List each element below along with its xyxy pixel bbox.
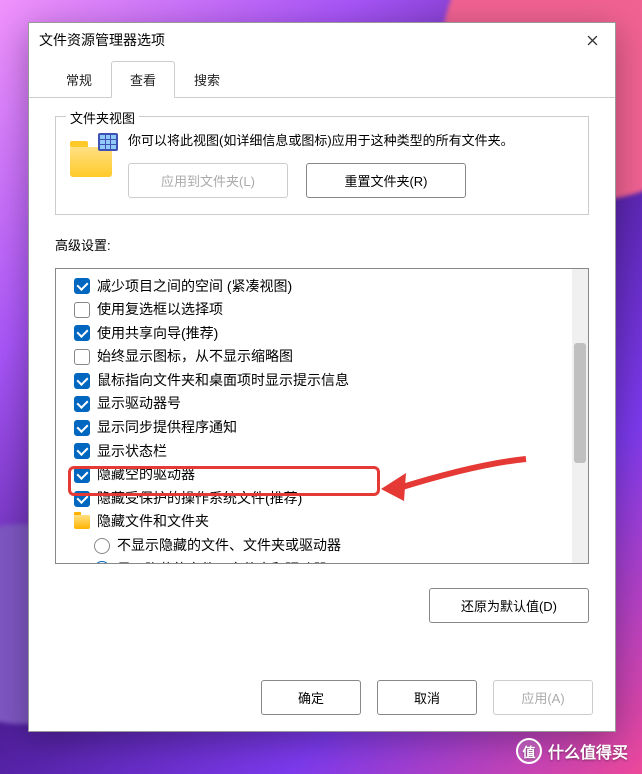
advanced-item-11[interactable]: 不显示隐藏的文件、文件夹或驱动器 (74, 534, 584, 558)
folder-views-text: 你可以将此视图(如详细信息或图标)应用于这种类型的所有文件夹。 (128, 131, 574, 151)
watermark-badge-icon: 值 (516, 738, 542, 764)
advanced-item-10: 隐藏文件和文件夹 (74, 510, 584, 534)
checkbox-icon[interactable] (74, 302, 90, 318)
apply-to-folders-button[interactable]: 应用到文件夹(L) (128, 163, 288, 198)
folder-icon (74, 515, 90, 529)
checkbox-icon[interactable] (74, 491, 90, 507)
advanced-item-3[interactable]: 始终显示图标，从不显示缩略图 (74, 345, 584, 369)
radio-icon[interactable] (94, 538, 110, 554)
tab-view[interactable]: 查看 (111, 61, 175, 98)
checkbox-icon[interactable] (74, 325, 90, 341)
advanced-item-label: 隐藏受保护的操作系统文件(推荐) (97, 489, 302, 509)
checkbox-icon[interactable] (74, 396, 90, 412)
advanced-item-label: 不显示隐藏的文件、文件夹或驱动器 (117, 536, 341, 556)
advanced-item-6[interactable]: 显示同步提供程序通知 (74, 416, 584, 440)
checkbox-icon[interactable] (74, 467, 90, 483)
checkbox-icon[interactable] (74, 373, 90, 389)
advanced-item-1[interactable]: 使用复选框以选择项 (74, 298, 584, 322)
advanced-item-label: 始终显示图标，从不显示缩略图 (97, 347, 293, 367)
advanced-item-label: 隐藏文件和文件夹 (97, 512, 209, 532)
watermark-text: 什么值得买 (548, 739, 628, 763)
dialog-footer: 确定 取消 应用(A) (29, 668, 615, 731)
tab-search[interactable]: 搜索 (175, 61, 239, 98)
apply-button[interactable]: 应用(A) (493, 680, 593, 715)
advanced-item-label: 隐藏空的驱动器 (97, 465, 195, 485)
cancel-button[interactable]: 取消 (377, 680, 477, 715)
advanced-item-8[interactable]: 隐藏空的驱动器 (74, 463, 584, 487)
advanced-settings-label: 高级设置: (55, 235, 589, 254)
advanced-item-label: 显示状态栏 (97, 442, 167, 462)
radio-icon[interactable] (94, 561, 110, 562)
checkbox-icon[interactable] (74, 443, 90, 459)
advanced-item-4[interactable]: 鼠标指向文件夹和桌面项时显示提示信息 (74, 369, 584, 393)
reset-folders-button[interactable]: 重置文件夹(R) (306, 163, 466, 198)
advanced-item-label: 显示驱动器号 (97, 394, 181, 414)
advanced-item-5[interactable]: 显示驱动器号 (74, 392, 584, 416)
advanced-item-7[interactable]: 显示状态栏 (74, 440, 584, 464)
tab-body-view: 文件夹视图 你可以将此视图(如详细信息或图标)应用于这种类型的所有文件夹。 应用… (29, 98, 615, 668)
close-button[interactable] (579, 27, 605, 53)
advanced-item-12[interactable]: 显示隐藏的文件、文件夹和驱动器 (74, 558, 584, 563)
advanced-item-label: 显示隐藏的文件、文件夹和驱动器 (117, 560, 327, 563)
tab-strip: 常规 查看 搜索 (29, 61, 615, 98)
ok-button[interactable]: 确定 (261, 680, 361, 715)
checkbox-icon[interactable] (74, 278, 90, 294)
dialog-title: 文件资源管理器选项 (39, 30, 579, 50)
tab-general[interactable]: 常规 (47, 61, 111, 98)
scrollbar-thumb[interactable] (574, 343, 586, 463)
checkbox-icon[interactable] (74, 420, 90, 436)
advanced-item-label: 减少项目之间的空间 (紧凑视图) (97, 277, 292, 297)
folder-views-legend: 文件夹视图 (66, 108, 139, 127)
advanced-settings-list[interactable]: 减少项目之间的空间 (紧凑视图) 使用复选框以选择项使用共享向导(推荐) 始终显示图… (55, 268, 589, 564)
folder-views-group: 文件夹视图 你可以将此视图(如详细信息或图标)应用于这种类型的所有文件夹。 应用… (55, 116, 589, 215)
advanced-item-9[interactable]: 隐藏受保护的操作系统文件(推荐) (74, 487, 584, 511)
checkbox-icon[interactable] (74, 349, 90, 365)
folder-options-dialog: 文件资源管理器选项 常规 查看 搜索 文件夹视图 你可以将此视图(如详细信息或图… (28, 22, 616, 732)
titlebar: 文件资源管理器选项 (29, 23, 615, 57)
watermark: 值 什么值得买 (516, 738, 628, 764)
advanced-item-2[interactable]: 使用共享向导(推荐) (74, 322, 584, 346)
advanced-item-label: 鼠标指向文件夹和桌面项时显示提示信息 (97, 371, 349, 391)
advanced-item-label: 使用共享向导(推荐) (97, 324, 218, 344)
advanced-item-label: 显示同步提供程序通知 (97, 418, 237, 438)
folder-view-icon (70, 135, 116, 177)
restore-defaults-button[interactable]: 还原为默认值(D) (429, 588, 589, 623)
close-icon (587, 35, 598, 46)
advanced-item-0[interactable]: 减少项目之间的空间 (紧凑视图) (74, 275, 584, 299)
scrollbar[interactable] (572, 269, 588, 563)
advanced-item-label: 使用复选框以选择项 (97, 300, 223, 320)
